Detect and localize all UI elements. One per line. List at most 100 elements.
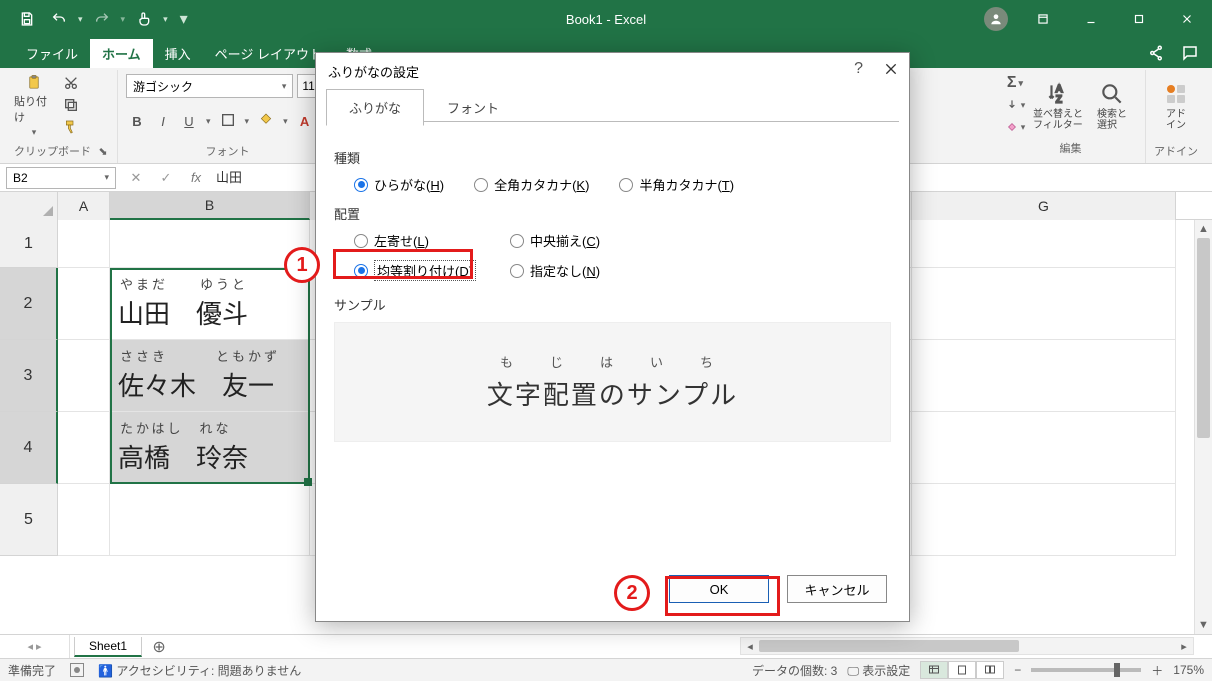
minimize-icon[interactable] bbox=[1068, 0, 1114, 38]
save-icon[interactable] bbox=[14, 6, 40, 32]
dialog-help-icon[interactable]: ? bbox=[854, 60, 863, 78]
radio-align-none[interactable]: 指定なし(N) bbox=[510, 260, 600, 281]
quick-access-toolbar: ▾ ▾ ▾ ▾ bbox=[0, 6, 188, 32]
radio-hankaku-katakana[interactable]: 半角カタカナ(T) bbox=[619, 175, 734, 194]
italic-button[interactable]: I bbox=[154, 114, 172, 129]
section-type-label: 種類 bbox=[334, 148, 891, 167]
radio-hiragana[interactable]: ひらがな(H) bbox=[354, 175, 444, 194]
normal-view-icon[interactable] bbox=[920, 661, 948, 679]
col-header-G[interactable]: G bbox=[912, 192, 1176, 220]
underline-button[interactable]: U bbox=[180, 114, 198, 129]
dialog-tab-furigana[interactable]: ふりがな bbox=[326, 89, 424, 126]
redo-caret-icon[interactable]: ▾ bbox=[121, 14, 126, 25]
ribbon-group-addins: アド イン アドイン bbox=[1146, 70, 1206, 163]
radio-align-center[interactable]: 中央揃え(C) bbox=[510, 231, 600, 250]
account-avatar[interactable] bbox=[984, 7, 1008, 31]
ribbon-display-options-icon[interactable] bbox=[1020, 0, 1066, 38]
comments-icon[interactable] bbox=[1178, 41, 1202, 65]
zoom-slider[interactable] bbox=[1031, 668, 1141, 672]
zoom-level[interactable]: 175% bbox=[1173, 663, 1204, 677]
find-select-button[interactable]: 検索と 選択 bbox=[1090, 74, 1134, 138]
touch-caret-icon[interactable]: ▾ bbox=[163, 14, 168, 25]
tab-home[interactable]: ホーム bbox=[90, 39, 153, 68]
page-layout-view-icon[interactable] bbox=[948, 661, 976, 679]
cell-G4[interactable] bbox=[912, 412, 1176, 484]
sheet-tab-1[interactable]: Sheet1 bbox=[74, 637, 142, 657]
copy-icon[interactable] bbox=[60, 96, 82, 114]
vertical-scrollbar[interactable]: ▲ ▼ bbox=[1194, 220, 1212, 634]
select-all-cells[interactable] bbox=[0, 192, 58, 220]
share-icon[interactable] bbox=[1144, 41, 1168, 65]
row-header-1[interactable]: 1 bbox=[0, 220, 58, 268]
sheet-nav-arrows[interactable]: ◂ ▸ bbox=[0, 635, 70, 658]
cell-G2[interactable] bbox=[912, 268, 1176, 340]
cut-icon[interactable] bbox=[60, 74, 82, 92]
zoom-in-icon[interactable]: ＋ bbox=[1151, 662, 1163, 679]
undo-icon[interactable] bbox=[46, 6, 72, 32]
horizontal-scrollbar[interactable]: ◂▸ bbox=[740, 637, 1194, 655]
col-header-B[interactable]: B bbox=[110, 192, 310, 220]
fill-down-icon[interactable]: ▾ bbox=[1004, 96, 1026, 114]
col-header-A[interactable]: A bbox=[58, 192, 110, 220]
dialog-close-icon[interactable] bbox=[881, 59, 901, 79]
cell-A1[interactable] bbox=[58, 220, 110, 268]
maximize-icon[interactable] bbox=[1116, 0, 1162, 38]
bold-button[interactable]: B bbox=[128, 114, 146, 129]
row-header-5[interactable]: 5 bbox=[0, 484, 58, 556]
undo-caret-icon[interactable]: ▾ bbox=[78, 14, 83, 25]
sheet-tab-bar: ◂ ▸ Sheet1 ⊕ ◂▸ bbox=[0, 634, 1212, 658]
title-bar: ▾ ▾ ▾ ▾ Book1 - Excel bbox=[0, 0, 1212, 38]
radio-align-distributed[interactable]: 均等割り付け(D) bbox=[354, 260, 480, 281]
fill-color-icon[interactable] bbox=[257, 112, 275, 131]
cell-A5[interactable] bbox=[58, 484, 110, 556]
radio-align-left[interactable]: 左寄せ(L) bbox=[354, 231, 480, 250]
paste-label: 貼り付け bbox=[14, 93, 54, 125]
ok-button[interactable]: OK bbox=[669, 575, 769, 603]
paste-button[interactable]: 貼り付け ▾ bbox=[14, 74, 54, 138]
border-icon[interactable] bbox=[219, 112, 237, 131]
row-header-2[interactable]: 2 bbox=[0, 268, 58, 340]
cancel-button[interactable]: キャンセル bbox=[787, 575, 887, 603]
redo-icon[interactable] bbox=[89, 6, 115, 32]
display-icon: 🖵 bbox=[847, 664, 859, 678]
cell-G5[interactable] bbox=[912, 484, 1176, 556]
enter-formula-icon[interactable]: ✓ bbox=[156, 168, 176, 188]
cell-B3[interactable]: ささき ともかず 佐々木 友一 bbox=[110, 340, 310, 412]
addins-button[interactable]: アド イン bbox=[1154, 74, 1198, 138]
sample-section-label: サンプル bbox=[334, 295, 891, 314]
row-header-3[interactable]: 3 bbox=[0, 340, 58, 412]
accessibility-status[interactable]: 🚹 アクセシビリティ: 問題ありません bbox=[98, 662, 301, 679]
cell-A3[interactable] bbox=[58, 340, 110, 412]
cancel-formula-icon[interactable]: ✕ bbox=[126, 168, 146, 188]
clipboard-launcher-icon[interactable]: ⬊ bbox=[97, 145, 109, 157]
name-box[interactable]: B2▾ bbox=[6, 167, 116, 189]
cell-B5[interactable] bbox=[110, 484, 310, 556]
cell-B2[interactable]: やまだ ゆうと 山田 優斗 bbox=[110, 268, 310, 340]
cell-B1[interactable] bbox=[110, 220, 310, 268]
sort-filter-button[interactable]: AZ 並べ替えと フィルター bbox=[1032, 74, 1084, 138]
cell-G1[interactable] bbox=[912, 220, 1176, 268]
fx-icon[interactable]: fx bbox=[186, 168, 206, 188]
tab-insert[interactable]: 挿入 bbox=[153, 39, 203, 68]
clear-icon[interactable]: ▾ bbox=[1004, 118, 1026, 136]
accessibility-icon: 🚹 bbox=[98, 664, 113, 678]
touch-mode-icon[interactable] bbox=[131, 6, 157, 32]
cell-A4[interactable] bbox=[58, 412, 110, 484]
display-settings-button[interactable]: 🖵 表示設定 bbox=[847, 662, 910, 679]
add-sheet-icon[interactable]: ⊕ bbox=[148, 636, 170, 658]
zoom-out-icon[interactable]: − bbox=[1014, 663, 1021, 677]
cell-B4[interactable]: たかはし れな 高橋 玲奈 bbox=[110, 412, 310, 484]
close-icon[interactable] bbox=[1164, 0, 1210, 38]
row-header-4[interactable]: 4 bbox=[0, 412, 58, 484]
cell-G3[interactable] bbox=[912, 340, 1176, 412]
macro-record-icon[interactable] bbox=[70, 663, 84, 677]
radio-zenkaku-katakana[interactable]: 全角カタカナ(K) bbox=[474, 175, 589, 194]
page-break-view-icon[interactable] bbox=[976, 661, 1004, 679]
cell-A2[interactable] bbox=[58, 268, 110, 340]
annotation-badge-2: 2 bbox=[614, 575, 650, 611]
autosum-icon[interactable]: Σ▾ bbox=[1004, 74, 1026, 92]
font-color-icon[interactable]: A bbox=[296, 114, 314, 129]
tab-file[interactable]: ファイル bbox=[14, 39, 90, 68]
format-painter-icon[interactable] bbox=[60, 118, 82, 136]
font-family-combo[interactable]: 游ゴシック▾ bbox=[126, 74, 293, 98]
